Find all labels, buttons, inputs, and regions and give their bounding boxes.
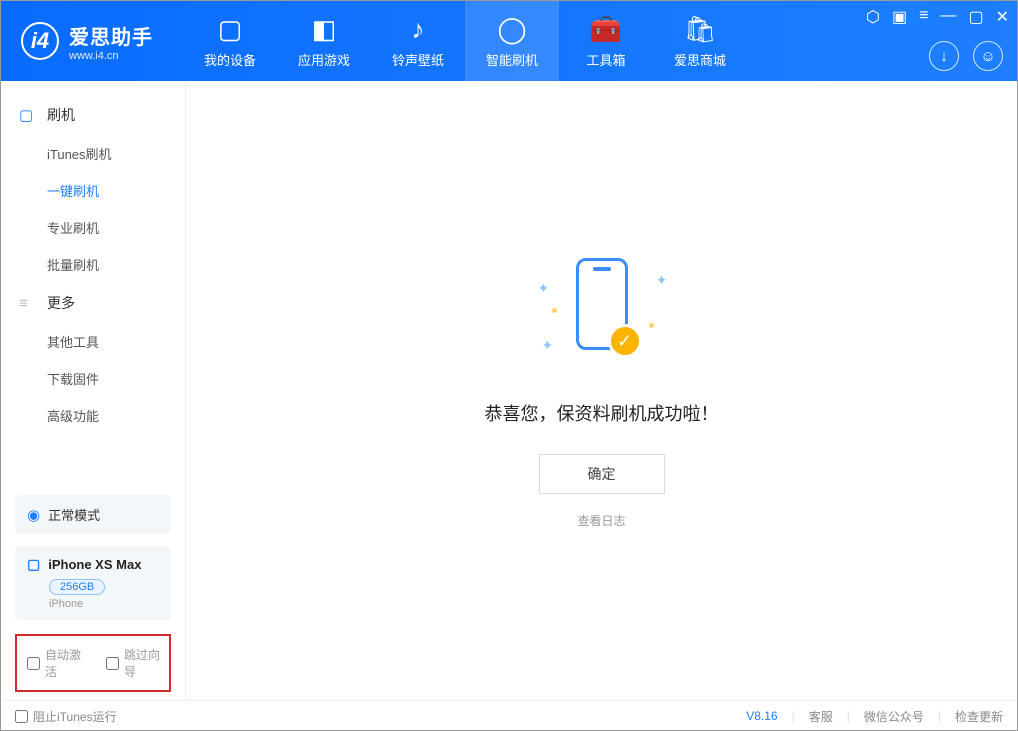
sidebar-item-pro-flash[interactable]: 专业刷机 [1, 209, 185, 246]
footer-link-support[interactable]: 客服 [809, 708, 833, 725]
dot-icon [552, 308, 557, 313]
success-illustration: ✦ ✦ ✦ ✓ [522, 252, 682, 372]
sidebar-section-flash: ▢刷机 [1, 95, 185, 135]
ok-button[interactable]: 确定 [539, 454, 665, 494]
success-message: 恭喜您，保资料刷机成功啦！ [485, 400, 719, 426]
app-subtitle: www.i4.cn [69, 50, 153, 62]
music-icon: ♪ [412, 14, 425, 46]
mode-icon: ◉ [27, 506, 40, 524]
logo: i4 爱思助手 www.i4.cn [1, 21, 173, 62]
sparkle-icon: ✦ [542, 337, 554, 354]
storage-badge: 256GB [49, 579, 105, 595]
sidebar-item-batch-flash[interactable]: 批量刷机 [1, 246, 185, 283]
footer: 阻止iTunes运行 V8.16 | 客服 | 微信公众号 | 检查更新 [1, 700, 1017, 731]
tab-my-device[interactable]: ▢我的设备 [183, 1, 277, 81]
toolbox-icon: 🧰 [590, 14, 622, 46]
maximize-icon[interactable]: ▢ [968, 7, 983, 27]
phone-icon: ▢ [19, 106, 37, 124]
list-icon: ≡ [19, 295, 37, 312]
phone-icon: ▢ [218, 14, 243, 46]
sidebar-item-advanced[interactable]: 高级功能 [1, 397, 185, 434]
skip-guide-checkbox[interactable]: 跳过向导 [106, 646, 169, 680]
mode-box[interactable]: ◉正常模式 [15, 495, 171, 534]
titlebar: i4 爱思助手 www.i4.cn ▢我的设备 ◧应用游戏 ♪铃声壁纸 ◯智能刷… [1, 1, 1017, 81]
menu-icon[interactable]: ≡ [919, 7, 928, 27]
auto-activate-checkbox[interactable]: 自动激活 [27, 646, 90, 680]
bag-icon: 🛍 [683, 14, 716, 46]
tab-ringtones-wallpapers[interactable]: ♪铃声壁纸 [371, 1, 465, 81]
nav-tabs: ▢我的设备 ◧应用游戏 ♪铃声壁纸 ◯智能刷机 🧰工具箱 🛍爱思商城 [183, 1, 747, 81]
sidebar-item-download-firmware[interactable]: 下载固件 [1, 360, 185, 397]
download-button[interactable]: ↓ [929, 41, 959, 71]
tab-toolbox[interactable]: 🧰工具箱 [559, 1, 653, 81]
device-type: iPhone [49, 598, 159, 610]
checkmark-badge-icon: ✓ [608, 324, 642, 358]
settings-icon[interactable]: ▣ [892, 7, 907, 27]
footer-link-wechat[interactable]: 微信公众号 [864, 708, 924, 725]
sidebar-item-itunes-flash[interactable]: iTunes刷机 [1, 135, 185, 172]
sidebar-section-more: ≡更多 [1, 283, 185, 323]
dot-icon [649, 323, 654, 328]
sidebar: ▢刷机 iTunes刷机 一键刷机 专业刷机 批量刷机 ≡更多 其他工具 下载固… [1, 81, 186, 700]
sidebar-item-other-tools[interactable]: 其他工具 [1, 323, 185, 360]
device-icon: ▢ [27, 556, 40, 573]
view-log-link[interactable]: 查看日志 [577, 512, 625, 529]
sync-icon: ◯ [497, 14, 526, 46]
shirt-icon[interactable]: ⬡ [866, 7, 880, 27]
tab-store[interactable]: 🛍爱思商城 [653, 1, 747, 81]
highlighted-options: 自动激活 跳过向导 [15, 634, 171, 692]
sparkle-icon: ✦ [538, 280, 550, 297]
device-box[interactable]: ▢iPhone XS Max 256GB iPhone [15, 546, 171, 620]
footer-link-update[interactable]: 检查更新 [955, 708, 1003, 725]
cube-icon: ◧ [312, 14, 337, 46]
version-label: V8.16 [746, 709, 777, 723]
main-content: ✦ ✦ ✦ ✓ 恭喜您，保资料刷机成功啦！ 确定 查看日志 [186, 81, 1017, 700]
window-controls: ⬡ ▣ ≡ — ▢ ✕ [866, 7, 1009, 27]
tab-smart-flash[interactable]: ◯智能刷机 [465, 1, 559, 81]
tab-apps-games[interactable]: ◧应用游戏 [277, 1, 371, 81]
sparkle-icon: ✦ [656, 272, 668, 289]
sidebar-item-oneclick-flash[interactable]: 一键刷机 [1, 172, 185, 209]
minimize-icon[interactable]: — [940, 7, 956, 27]
close-icon[interactable]: ✕ [996, 7, 1009, 27]
header-right-buttons: ↓ ☺ [929, 41, 1003, 71]
block-itunes-checkbox[interactable]: 阻止iTunes运行 [15, 708, 117, 725]
logo-icon: i4 [21, 22, 59, 60]
account-button[interactable]: ☺ [973, 41, 1003, 71]
app-title: 爱思助手 [69, 21, 153, 50]
